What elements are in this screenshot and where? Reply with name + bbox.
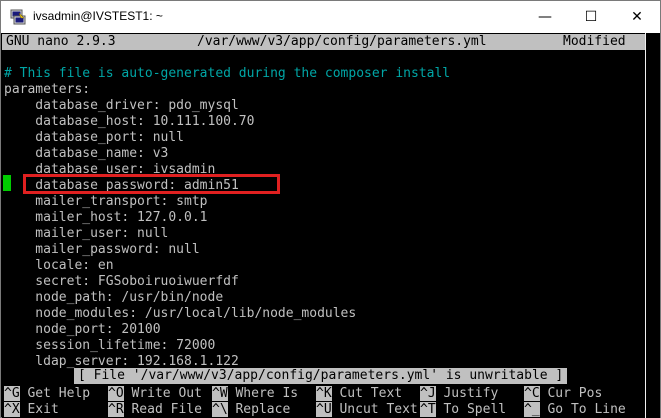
file-line: session_lifetime: 72000: [4, 338, 216, 353]
shortcut-to-spell[interactable]: ^T To Spell: [420, 402, 506, 418]
file-line: mailer_transport: smtp: [4, 194, 208, 209]
shortcut-label: Read File: [131, 402, 202, 417]
terminal-area[interactable]: GNU nano 2.9.3 /var/www/v3/app/config/pa…: [2, 33, 660, 418]
shortcut-cut-text[interactable]: ^K Cut Text: [316, 386, 402, 402]
shortcut-replace[interactable]: ^\ Replace: [212, 402, 290, 418]
close-icon: ✕: [631, 9, 643, 25]
shortcut-label: Justify: [443, 386, 499, 401]
shortcut-justify[interactable]: ^J Justify: [420, 386, 498, 402]
file-line: database_host: 10.111.100.70: [4, 114, 255, 129]
shortcut-write-out[interactable]: ^O Write Out: [108, 386, 202, 402]
shortcut-label: Cut Text: [339, 386, 403, 401]
shortcut-key: ^\: [212, 402, 228, 417]
shortcut-label: Write Out: [131, 386, 202, 401]
shortcut-label: Go To Line: [547, 402, 626, 417]
shortcut-key: ^R: [108, 402, 124, 417]
shortcut-key: ^T: [420, 402, 436, 417]
shortcut-label: Cur Pos: [547, 386, 603, 401]
shortcut-key: ^O: [108, 386, 124, 401]
shortcut-get-help[interactable]: ^G Get Help: [4, 386, 90, 402]
shortcut-label: Exit: [27, 402, 59, 417]
shortcut-key: ^_: [524, 402, 540, 417]
file-line: mailer_user: null: [4, 226, 169, 241]
maximize-button[interactable]: ☐: [568, 1, 614, 33]
shortcut-label: To Spell: [443, 402, 507, 417]
file-line: node_port: 20100: [4, 322, 161, 337]
window-title: ivsadmin@IVSTEST1: ~: [33, 9, 163, 23]
file-line-comment: # This file is auto-generated during the…: [4, 66, 451, 81]
file-line: secret: FGSoboiruoiwuerfdf: [4, 274, 239, 289]
shortcut-go-to-line[interactable]: ^_ Go To Line: [524, 402, 626, 418]
nano-modified-flag: Modified: [563, 34, 626, 49]
file-line: node_modules: /usr/local/lib/node_module…: [4, 306, 357, 321]
terminal-window: ivsadmin@IVSTEST1: ~ — ☐ ✕ GNU nano 2.9.…: [0, 0, 661, 418]
shortcut-cur-pos[interactable]: ^C Cur Pos: [524, 386, 602, 402]
vertical-scrollbar[interactable]: [645, 33, 660, 418]
file-line: parameters:: [4, 82, 91, 97]
shortcut-key: ^U: [316, 402, 332, 417]
nano-version: GNU nano 2.9.3: [6, 34, 116, 49]
shortcut-key: ^G: [4, 386, 20, 401]
scrollbar-track[interactable]: [649, 35, 658, 416]
file-line: node_path: /usr/bin/node: [4, 290, 224, 305]
title-bar[interactable]: ivsadmin@IVSTEST1: ~ — ☐ ✕: [1, 1, 660, 33]
shortcut-uncut-text[interactable]: ^U Uncut Text: [316, 402, 418, 418]
shortcut-key: ^J: [420, 386, 436, 401]
minimize-button[interactable]: —: [522, 1, 568, 33]
shortcut-read-file[interactable]: ^R Read File: [108, 402, 202, 418]
shortcut-key: ^K: [316, 386, 332, 401]
file-line: database_name: v3: [4, 146, 169, 161]
shortcut-exit[interactable]: ^X Exit: [4, 402, 59, 418]
close-button[interactable]: ✕: [614, 1, 660, 33]
minimize-icon: —: [538, 9, 552, 25]
nano-filename: /var/www/v3/app/config/parameters.yml: [197, 34, 487, 49]
maximize-icon: ☐: [584, 9, 598, 25]
highlight-annotation-box: [23, 174, 280, 194]
shortcut-key: ^W: [212, 386, 228, 401]
shortcut-where-is[interactable]: ^W Where Is: [212, 386, 298, 402]
shortcut-key: ^C: [524, 386, 540, 401]
file-line: mailer_password: null: [4, 242, 200, 257]
text-cursor: [3, 175, 11, 191]
nano-header-bar: GNU nano 2.9.3 /var/www/v3/app/config/pa…: [2, 34, 645, 50]
shortcut-key: ^X: [4, 402, 20, 417]
file-line: database_driver: pdo_mysql: [4, 98, 239, 113]
shortcut-label: Replace: [235, 402, 291, 417]
file-line: mailer_host: 127.0.0.1: [4, 210, 208, 225]
shortcut-label: Uncut Text: [339, 402, 418, 417]
shortcut-label: Where Is: [235, 386, 299, 401]
shortcut-label: Get Help: [27, 386, 91, 401]
status-message: [ File '/var/www/v3/app/config/parameter…: [74, 368, 568, 384]
file-line: database_port: null: [4, 130, 185, 145]
putty-icon: [10, 9, 26, 25]
file-line: locale: en: [4, 258, 114, 273]
